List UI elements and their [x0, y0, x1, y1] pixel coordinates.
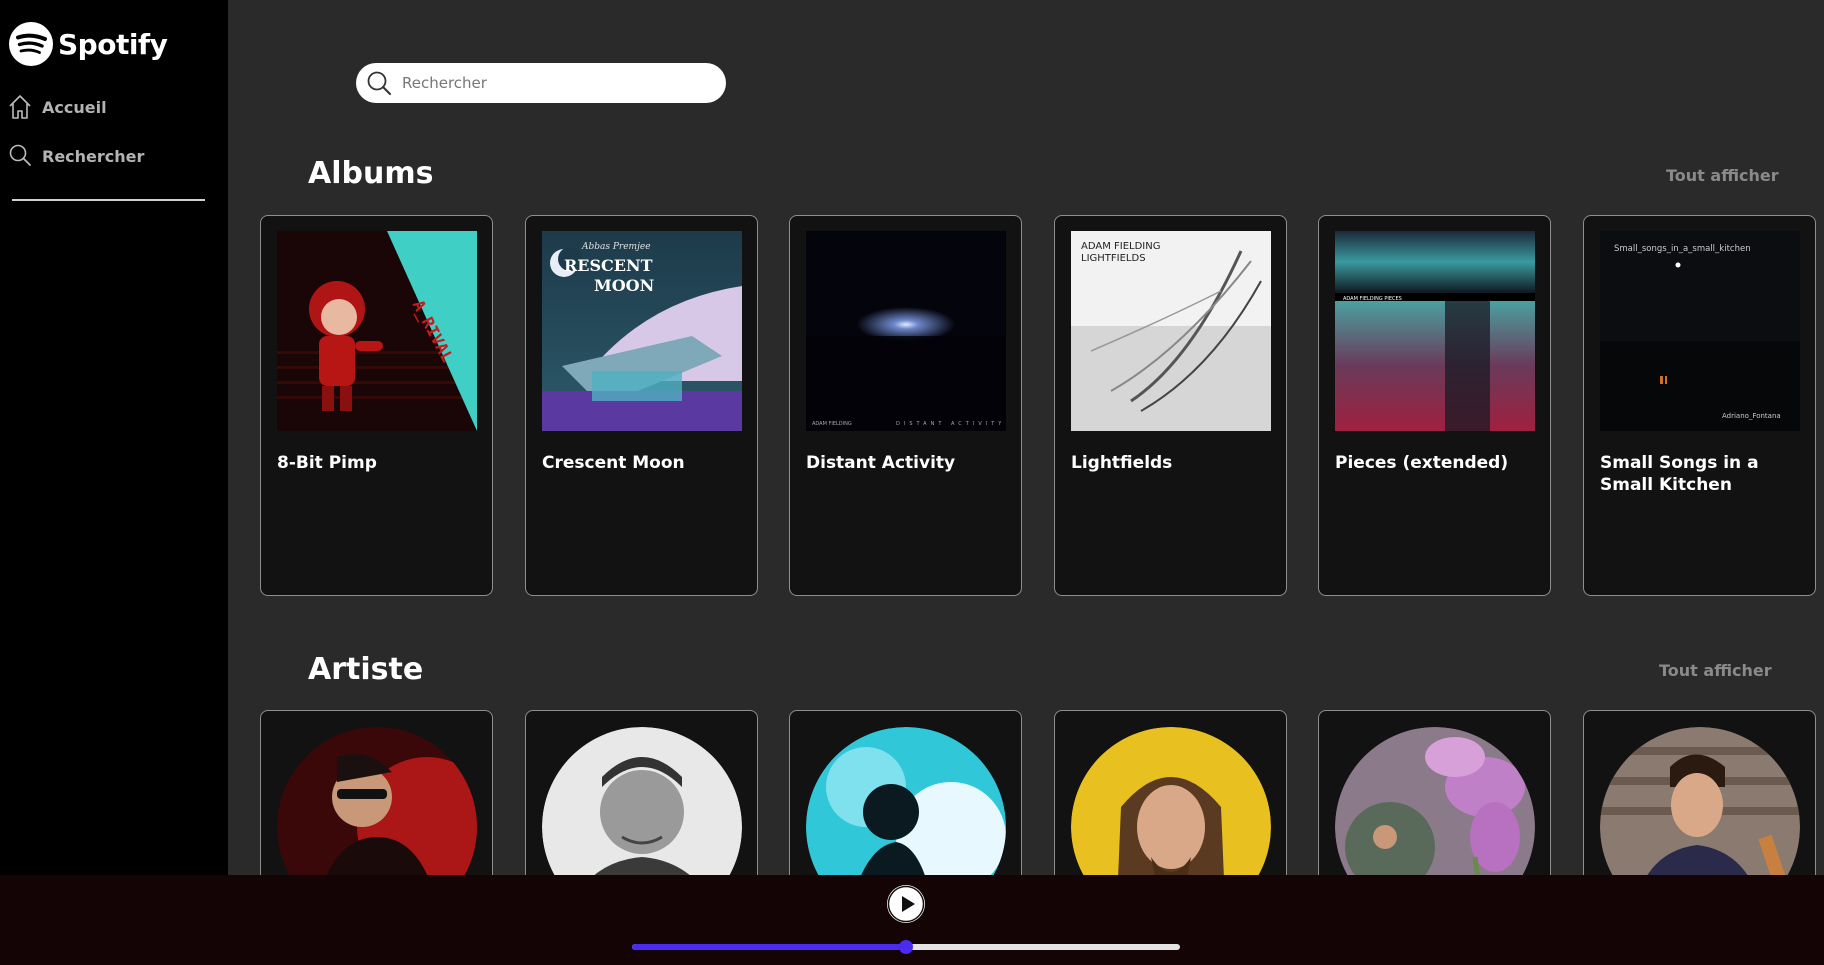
spotify-logo[interactable]: Spotify: [9, 22, 168, 66]
search-icon: [367, 71, 391, 95]
svg-text:LIGHTFIELDS: LIGHTFIELDS: [1081, 253, 1146, 264]
svg-text:Small_songs_in_a_small_kitchen: Small_songs_in_a_small_kitchen: [1614, 244, 1751, 254]
svg-text:Abbas Premjee: Abbas Premjee: [581, 242, 651, 252]
album-title: Crescent Moon: [542, 453, 685, 473]
svg-text:DISTANT ACTIVITY: DISTANT ACTIVITY: [896, 421, 1005, 427]
album-title: 8-Bit Pimp: [277, 453, 377, 473]
svg-text:ADAM FIELDING: ADAM FIELDING: [812, 421, 852, 427]
svg-text:RESCENT: RESCENT: [564, 256, 653, 275]
home-icon: [9, 95, 31, 119]
album-title: Small Songs in a Small Kitchen: [1600, 453, 1759, 495]
svg-text:MOON: MOON: [594, 276, 654, 295]
svg-text:Adriano_Fontana: Adriano_Fontana: [1722, 412, 1781, 420]
album-card[interactable]: ADAM FIELDING DISTANT ACTIVITY Distant A…: [789, 215, 1022, 596]
progress-fill: [632, 944, 906, 950]
album-card[interactable]: ADAM FIELDING PIECES Pieces (extended): [1318, 215, 1551, 596]
app-name: Spotify: [58, 27, 168, 61]
search-input[interactable]: [400, 73, 704, 93]
album-cover-distant-activity: ADAM FIELDING DISTANT ACTIVITY: [806, 231, 1006, 431]
album-cover-crescent-moon: Abbas Premjee RESCENT MOON: [542, 231, 742, 431]
album-title: Pieces (extended): [1335, 453, 1509, 473]
sidebar-item-label: Rechercher: [42, 146, 145, 166]
albums-section-title: Albums: [308, 156, 434, 191]
album-card[interactable]: Small_songs_in_a_small_kitchen Adriano_F…: [1583, 215, 1816, 596]
play-icon: [887, 885, 925, 923]
album-cover-small-songs: Small_songs_in_a_small_kitchen Adriano_F…: [1600, 231, 1800, 431]
album-card[interactable]: ADAM FIELDING LIGHTFIELDS Lightfields: [1054, 215, 1287, 596]
album-card[interactable]: A_RIVAL 8-Bit Pimp: [260, 215, 493, 596]
spotify-logo-icon: [9, 22, 53, 66]
albums-see-all-link[interactable]: Tout afficher: [1666, 166, 1779, 185]
album-cover-8-bit-pimp: A_RIVAL: [277, 231, 477, 431]
sidebar-divider: [12, 199, 205, 201]
sidebar-item-rechercher[interactable]: Rechercher: [8, 143, 144, 169]
sidebar-item-label: Accueil: [42, 97, 107, 117]
album-title: Lightfields: [1071, 453, 1173, 473]
artists-section-title: Artiste: [308, 652, 424, 687]
album-card[interactable]: Abbas Premjee RESCENT MOON Crescent Moon: [525, 215, 758, 596]
progress-slider[interactable]: [632, 940, 1180, 954]
album-title: Distant Activity: [806, 453, 956, 473]
album-cover-pieces-extended: ADAM FIELDING PIECES: [1335, 231, 1535, 431]
play-button[interactable]: [887, 885, 925, 923]
sidebar-item-accueil[interactable]: Accueil: [8, 94, 107, 120]
sidebar: Spotify Accueil Rechercher: [0, 0, 228, 875]
search-bar[interactable]: [356, 63, 726, 103]
svg-text:ADAM FIELDING: ADAM FIELDING: [1081, 241, 1160, 252]
progress-thumb[interactable]: [899, 940, 913, 954]
album-cover-lightfields: ADAM FIELDING LIGHTFIELDS: [1071, 231, 1271, 431]
search-icon: [9, 144, 31, 166]
artists-see-all-link[interactable]: Tout afficher: [1659, 661, 1772, 680]
